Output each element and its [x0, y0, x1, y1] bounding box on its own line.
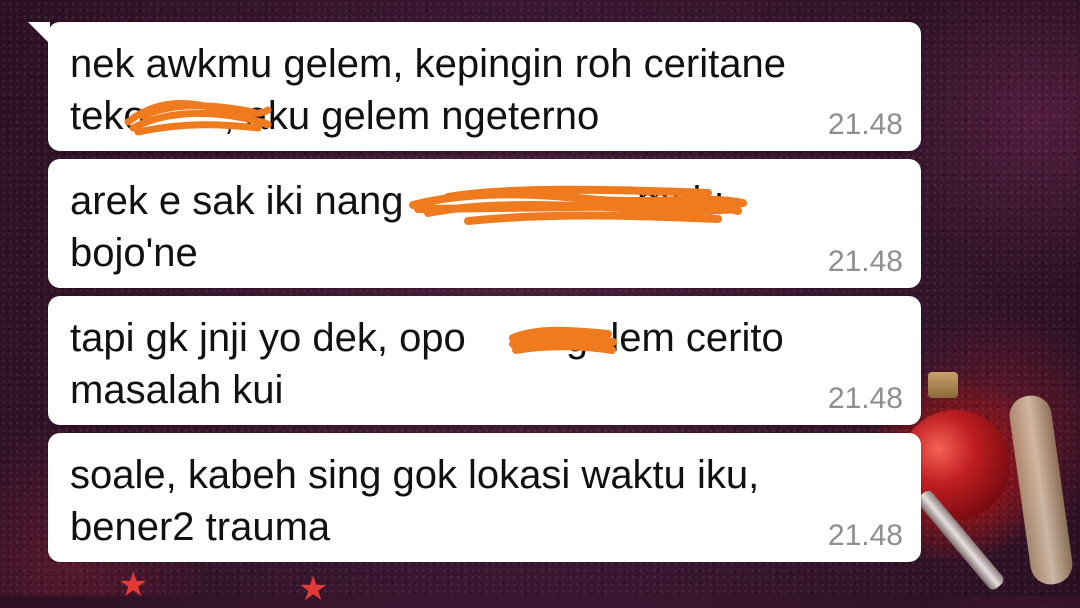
message-bubble[interactable]: nek awkmu gelem, kepingin roh ceritane t… — [28, 22, 921, 151]
message-timestamp: 21.48 — [827, 382, 903, 415]
message-bubble[interactable]: soale, kabeh sing gok lokasi waktu iku, … — [48, 433, 921, 562]
message-line: bener2 trauma — [70, 505, 331, 549]
message-bubble[interactable]: arek e sak iki nang melu bojo'ne 21.48 — [48, 159, 921, 288]
message-line: masalah kui — [70, 368, 284, 412]
message-timestamp: 21.48 — [827, 108, 903, 141]
message-line: nek awkmu gelem, kepingin roh ceritane — [70, 42, 786, 86]
chat-thread: nek awkmu gelem, kepingin roh ceritane t… — [0, 0, 1080, 596]
message-bubble[interactable]: tapi gk jnji yo dek, opo gelem cerito ma… — [48, 296, 921, 425]
message-line: arek e sak iki nang melu — [70, 179, 724, 223]
message-line: bojo'ne — [70, 231, 198, 275]
message-text: tapi gk jnji yo dek, opo gelem cerito ma… — [70, 312, 830, 416]
message-timestamp: 21.48 — [827, 245, 903, 278]
message-text: soale, kabeh sing gok lokasi waktu iku, … — [70, 449, 830, 553]
message-timestamp: 21.48 — [827, 519, 903, 552]
message-line: tapi gk jnji yo dek, opo gelem cerito — [70, 316, 784, 360]
message-line: teko , aku gelem ngeterno — [70, 94, 600, 138]
message-line: soale, kabeh sing gok lokasi waktu iku, — [70, 453, 760, 497]
message-text: nek awkmu gelem, kepingin roh ceritane t… — [70, 38, 830, 142]
message-text: arek e sak iki nang melu bojo'ne — [70, 175, 830, 279]
